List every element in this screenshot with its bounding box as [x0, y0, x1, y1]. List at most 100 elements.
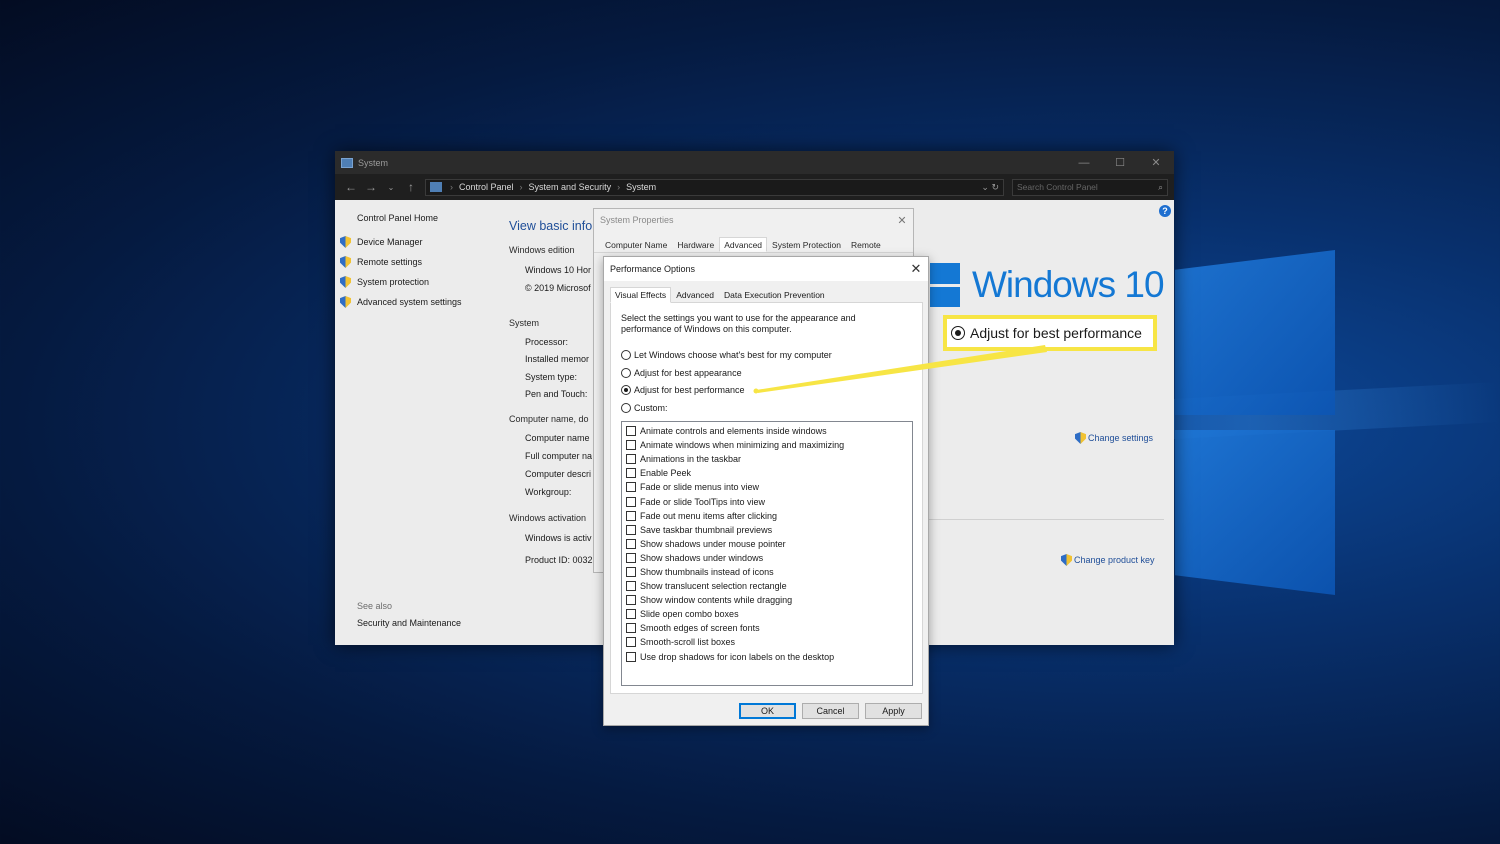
checkbox[interactable]: [626, 468, 636, 479]
performance-options-dialog: Performance Options ✕ Visual Effects Adv…: [603, 256, 929, 726]
computer-description-label: Computer descri: [525, 469, 592, 479]
ok-button[interactable]: OK: [739, 703, 796, 719]
breadcrumb-separator-icon: ›: [617, 182, 621, 192]
back-arrow-icon[interactable]: ←: [341, 180, 361, 194]
search-icon[interactable]: ⌕: [1158, 182, 1163, 193]
radio-custom[interactable]: Custom:: [621, 403, 668, 413]
checkbox-label: Animations in the taskbar: [640, 454, 742, 465]
computer-icon: [341, 157, 353, 168]
recent-dropdown-icon[interactable]: ⌄: [381, 183, 401, 192]
tab-visual-effects[interactable]: Visual Effects: [610, 287, 672, 303]
checkbox[interactable]: [626, 496, 636, 507]
checkbox[interactable]: [626, 524, 636, 535]
checkbox[interactable]: [626, 538, 636, 549]
change-settings-label: Change settings: [1088, 433, 1154, 443]
checkbox-row[interactable]: Show window contents while dragging: [622, 593, 912, 607]
checkbox-row[interactable]: Enable Peek: [622, 466, 912, 480]
apply-button[interactable]: Apply: [865, 703, 922, 719]
forward-arrow-icon[interactable]: →: [361, 180, 381, 194]
checkbox-row[interactable]: Fade or slide ToolTips into view: [622, 494, 912, 508]
checkbox-label: Show translucent selection rectangle: [640, 581, 787, 592]
checkbox[interactable]: [626, 651, 636, 662]
checkbox-row[interactable]: Animate windows when minimizing and maxi…: [622, 438, 912, 452]
checkbox[interactable]: [626, 482, 636, 493]
sidebar-control-panel-home[interactable]: Control Panel Home: [357, 213, 462, 223]
checkbox-row[interactable]: Show shadows under mouse pointer: [622, 537, 912, 551]
sidebar-item-system-protection[interactable]: System protection: [340, 276, 462, 288]
cancel-button[interactable]: Cancel: [802, 703, 859, 719]
checkbox[interactable]: [626, 426, 636, 437]
tab-computer-name[interactable]: Computer Name: [600, 237, 672, 252]
radio-best-performance[interactable]: Adjust for best performance: [621, 385, 745, 395]
performance-options-tabs: Visual Effects Advanced Data Execution P…: [604, 287, 928, 303]
radio-let-windows-choose[interactable]: Let Windows choose what's best for my co…: [621, 350, 832, 360]
search-input[interactable]: Search Control Panel ⌕: [1012, 178, 1168, 196]
tab-hardware[interactable]: Hardware: [672, 237, 719, 252]
address-dropdown-refresh-icon[interactable]: ⌄ ↻: [981, 182, 1003, 193]
breadcrumb-system[interactable]: System: [626, 182, 656, 192]
visual-effects-checkbox-list[interactable]: Animate controls and elements inside win…: [621, 421, 913, 686]
checkbox-row[interactable]: Show translucent selection rectangle: [622, 579, 912, 593]
address-toolbar: ← → ⌄ ↑ › Control Panel › System and Sec…: [335, 174, 1174, 200]
sidebar-item-device-manager[interactable]: Device Manager: [340, 236, 462, 248]
shield-icon: [1075, 432, 1086, 444]
help-icon[interactable]: ?: [1159, 205, 1171, 217]
sidebar-item-label: Device Manager: [357, 237, 423, 247]
maximize-button[interactable]: ☐: [1102, 156, 1138, 169]
checkbox-label: Show shadows under windows: [640, 552, 764, 563]
change-settings-link[interactable]: Change settings: [1075, 432, 1153, 444]
checkbox-row[interactable]: Slide open combo boxes: [622, 607, 912, 621]
close-icon[interactable]: ✕: [891, 214, 913, 227]
radio-label: Adjust for best appearance: [634, 368, 742, 378]
checkbox-row[interactable]: Smooth-scroll list boxes: [622, 635, 912, 649]
security-maintenance-link[interactable]: Security and Maintenance: [357, 618, 461, 628]
close-icon[interactable]: ✕: [904, 261, 928, 277]
checkbox[interactable]: [626, 566, 636, 577]
address-bar[interactable]: › Control Panel › System and Security › …: [425, 178, 1004, 196]
computer-name-label: Computer name: [525, 433, 590, 443]
checkbox[interactable]: [626, 552, 636, 563]
checkbox-row[interactable]: Fade out menu items after clicking: [622, 509, 912, 523]
close-button[interactable]: ✕: [1138, 156, 1174, 169]
radio-best-appearance[interactable]: Adjust for best appearance: [621, 368, 742, 378]
radio-button-selected[interactable]: [621, 385, 631, 395]
checkbox[interactable]: [626, 454, 636, 465]
checkbox[interactable]: [626, 623, 636, 634]
title-bar: System — ☐ ✕: [335, 151, 1174, 174]
checkbox[interactable]: [626, 581, 636, 592]
tab-system-protection[interactable]: System Protection: [767, 237, 846, 252]
windows-10-logo: Windows 10: [930, 263, 1165, 307]
radio-button[interactable]: [621, 403, 631, 413]
up-arrow-icon[interactable]: ↑: [401, 180, 421, 194]
sidebar-item-remote-settings[interactable]: Remote settings: [340, 256, 462, 268]
tab-advanced[interactable]: Advanced: [719, 237, 768, 252]
checkbox-row[interactable]: Smooth edges of screen fonts: [622, 621, 912, 635]
radio-button[interactable]: [621, 350, 631, 360]
breadcrumb-control-panel[interactable]: Control Panel: [459, 182, 514, 192]
checkbox-row[interactable]: Show thumbnails instead of icons: [622, 565, 912, 579]
checkbox-label: Fade out menu items after clicking: [640, 510, 778, 521]
checkbox-row[interactable]: Animate controls and elements inside win…: [622, 424, 912, 438]
processor-label: Processor:: [525, 337, 569, 347]
checkbox[interactable]: [626, 510, 636, 521]
checkbox-row[interactable]: Fade or slide menus into view: [622, 480, 912, 494]
change-product-key-link[interactable]: Change product key: [1061, 554, 1155, 566]
tab-remote[interactable]: Remote: [846, 237, 886, 252]
desktop-windows-logo-pane-top: [1175, 250, 1335, 415]
callout-radio-selected-icon: [951, 326, 965, 340]
checkbox-row[interactable]: Save taskbar thumbnail previews: [622, 523, 912, 537]
checkbox[interactable]: [626, 637, 636, 648]
sidebar-item-label: System protection: [357, 277, 430, 287]
minimize-button[interactable]: —: [1066, 157, 1102, 169]
checkbox[interactable]: [626, 609, 636, 620]
tab-data-execution-prevention[interactable]: Data Execution Prevention: [719, 287, 830, 303]
checkbox[interactable]: [626, 440, 636, 451]
radio-button[interactable]: [621, 368, 631, 378]
checkbox-row[interactable]: Use drop shadows for icon labels on the …: [622, 650, 912, 664]
sidebar-item-advanced-system-settings[interactable]: Advanced system settings: [340, 296, 462, 308]
checkbox-row[interactable]: Animations in the taskbar: [622, 452, 912, 466]
breadcrumb-system-and-security[interactable]: System and Security: [529, 182, 612, 192]
checkbox-row[interactable]: Show shadows under windows: [622, 551, 912, 565]
tab-advanced[interactable]: Advanced: [671, 287, 719, 303]
checkbox[interactable]: [626, 595, 636, 606]
